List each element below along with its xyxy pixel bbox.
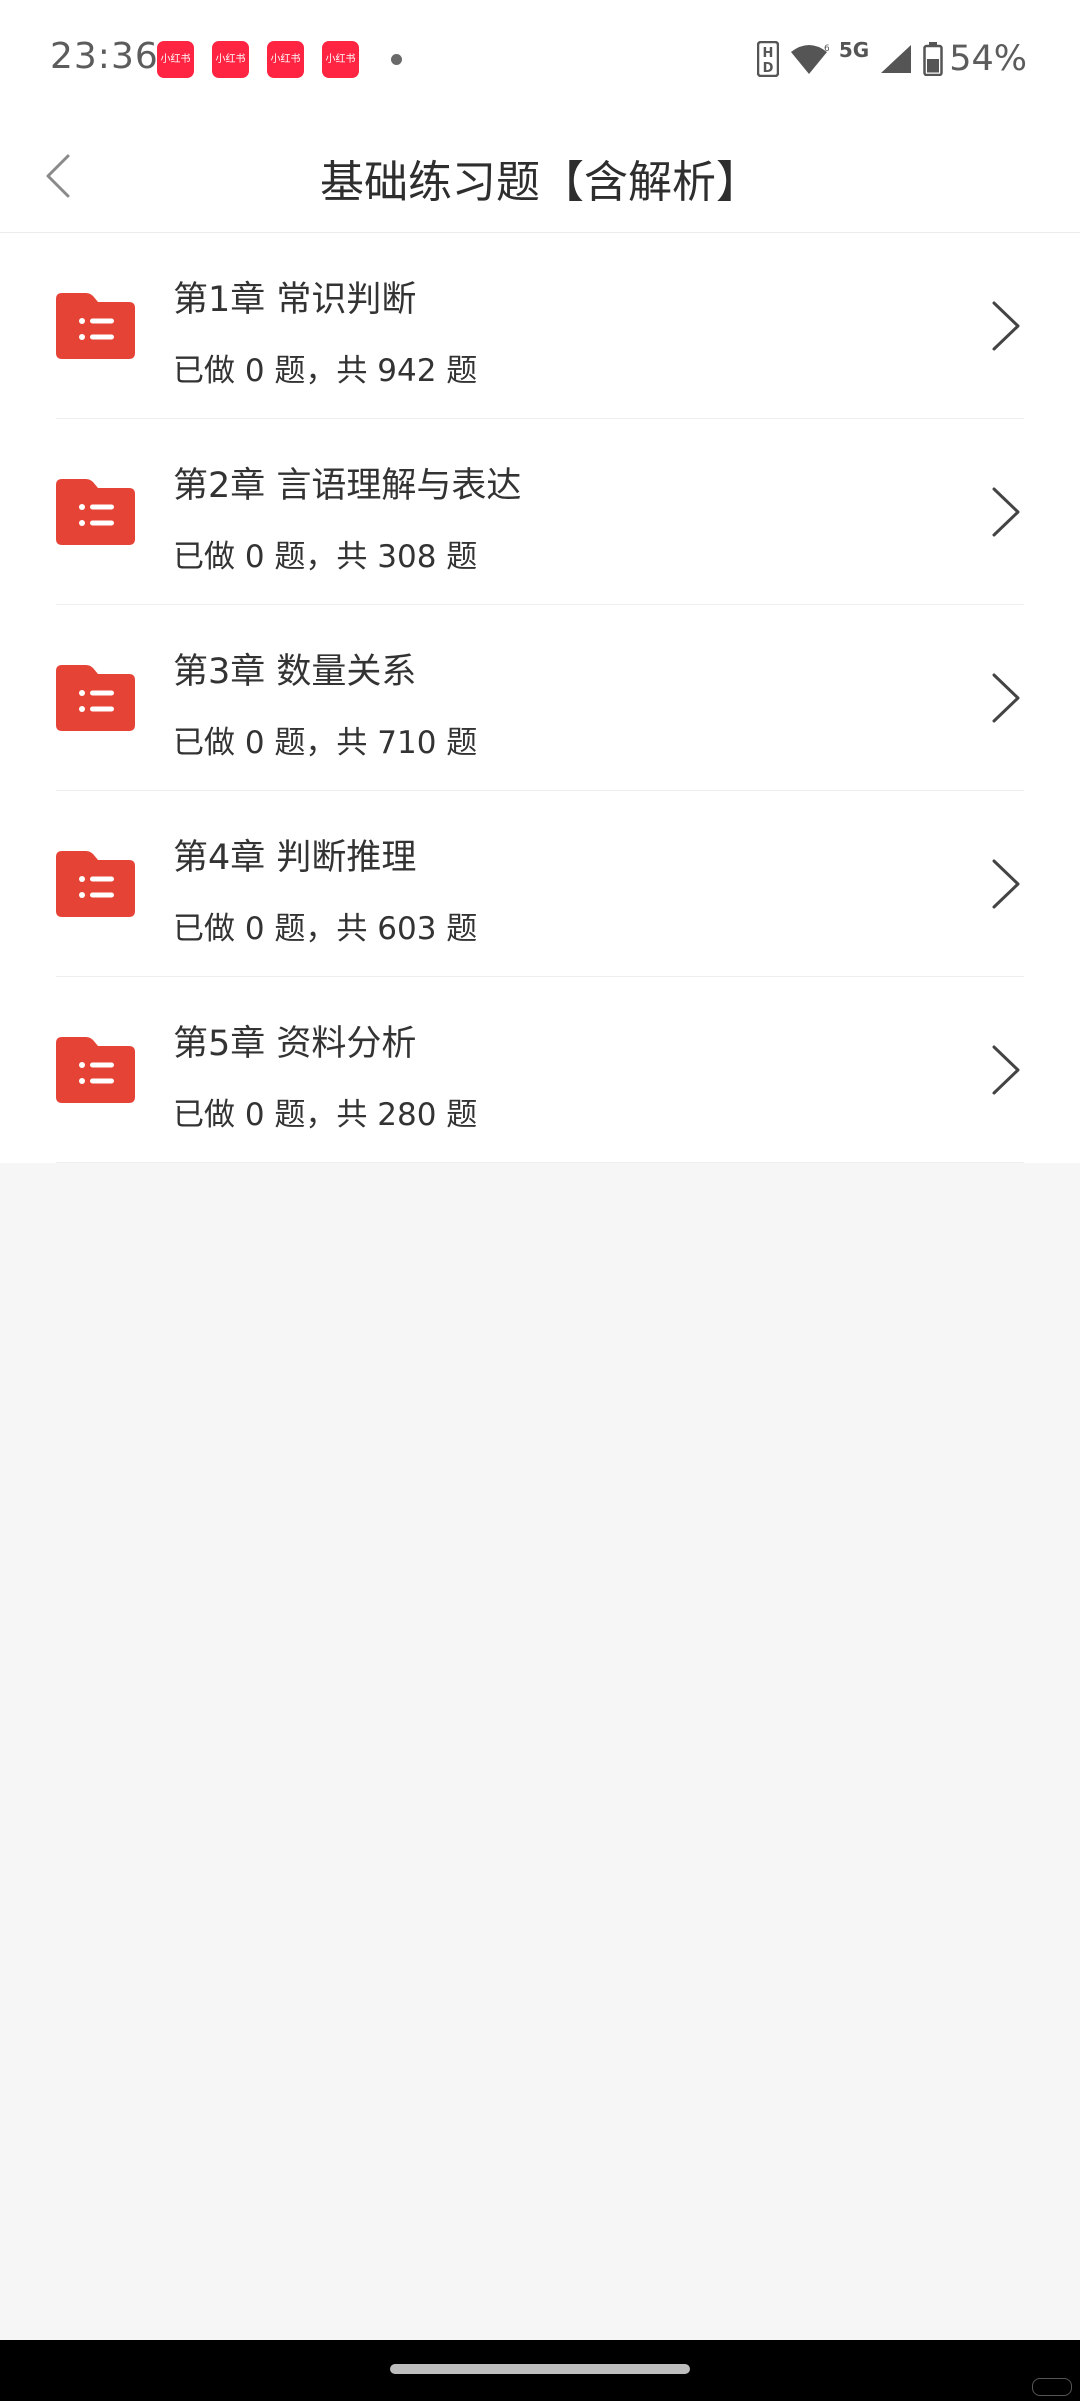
folder-list-icon xyxy=(56,665,135,731)
chapter-list: 第1章 常识判断 已做 0 题，共 942 题 第2章 言语理解与表达 已做 0… xyxy=(0,233,1080,1163)
xiaohongshu-notification-icon: 小红书 xyxy=(212,41,249,78)
svg-text:H: H xyxy=(762,46,773,61)
status-time: 23:36 xyxy=(50,36,159,77)
folder-list-icon xyxy=(56,851,135,917)
chapter-progress: 已做 0 题，共 942 题 xyxy=(173,353,478,389)
wifi-icon: 6 xyxy=(789,42,829,76)
chapter-title: 第2章 言语理解与表达 xyxy=(173,466,522,506)
notification-icons: 小红书 小红书 小红书 小红书 xyxy=(157,41,377,78)
chapter-title: 第3章 数量关系 xyxy=(173,652,417,692)
xiaohongshu-notification-icon: 小红书 xyxy=(157,41,194,78)
folder-list-icon xyxy=(56,293,135,359)
svg-text:6: 6 xyxy=(824,44,829,54)
home-indicator[interactable] xyxy=(390,2364,690,2374)
chapter-item-2[interactable]: 第2章 言语理解与表达 已做 0 题，共 308 题 xyxy=(0,419,1080,605)
chevron-right-icon xyxy=(992,301,1020,351)
chapter-title: 第5章 资料分析 xyxy=(173,1024,417,1064)
chapter-item-5[interactable]: 第5章 资料分析 已做 0 题，共 280 题 xyxy=(0,977,1080,1163)
battery-icon xyxy=(923,42,943,76)
chapter-progress: 已做 0 题，共 603 题 xyxy=(173,911,478,947)
chevron-right-icon xyxy=(992,859,1020,909)
divider xyxy=(56,1162,1024,1163)
signal-icon xyxy=(879,43,913,75)
chapter-item-4[interactable]: 第4章 判断推理 已做 0 题，共 603 题 xyxy=(0,791,1080,977)
system-navigation-bar xyxy=(0,2340,1080,2401)
chevron-right-icon xyxy=(992,1045,1020,1095)
chevron-right-icon xyxy=(992,487,1020,537)
svg-text:D: D xyxy=(762,61,773,76)
chapter-item-1[interactable]: 第1章 常识判断 已做 0 题，共 942 题 xyxy=(0,233,1080,419)
chevron-right-icon xyxy=(992,673,1020,723)
chapter-progress: 已做 0 题，共 710 题 xyxy=(173,725,478,761)
watermark-badge-icon xyxy=(1032,2378,1072,2396)
chapter-progress: 已做 0 题，共 308 题 xyxy=(173,539,478,575)
chapter-item-3[interactable]: 第3章 数量关系 已做 0 题，共 710 题 xyxy=(0,605,1080,791)
xiaohongshu-notification-icon: 小红书 xyxy=(322,41,359,78)
more-notifications-dot-icon xyxy=(391,54,402,65)
hd-icon: H D xyxy=(756,41,779,77)
folder-list-icon xyxy=(56,479,135,545)
battery-level: 54% xyxy=(949,39,1027,79)
status-bar: 23:36 小红书 小红书 小红书 小红书 H D 6 5G 54% xyxy=(0,0,1080,120)
network-type: 5G xyxy=(838,38,870,62)
chapter-progress: 已做 0 题，共 280 题 xyxy=(173,1097,478,1133)
page-title: 基础练习题【含解析】 xyxy=(320,157,760,208)
chapter-title: 第1章 常识判断 xyxy=(173,280,417,320)
xiaohongshu-notification-icon: 小红书 xyxy=(267,41,304,78)
folder-list-icon xyxy=(56,1037,135,1103)
app-header: 基础练习题【含解析】 xyxy=(0,120,1080,233)
chapter-title: 第4章 判断推理 xyxy=(173,838,417,878)
status-indicators: H D 6 5G 54% xyxy=(747,34,1027,84)
